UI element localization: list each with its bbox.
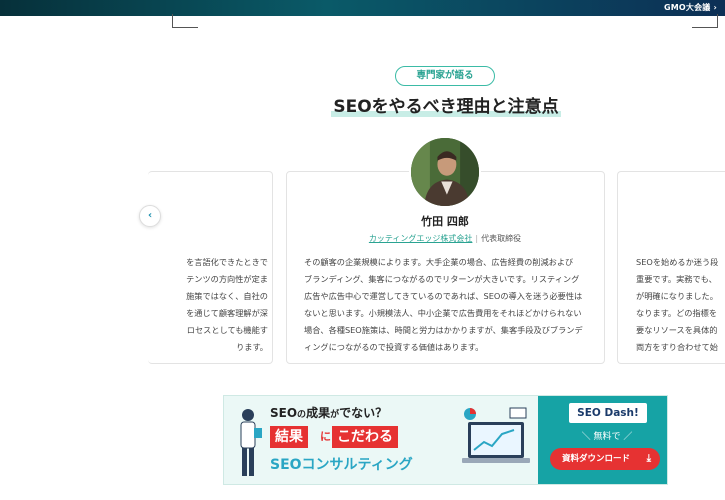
laptop-chart-illustration-icon (462, 407, 530, 463)
card-line: その顧客の企業規模によります。大手企業の場合、広告経費の削減および (304, 257, 574, 267)
expert-card-previous: を言語化できたときで テンツの方向性が定ま 施策ではなく、自社の を通じて顧客理… (148, 171, 273, 364)
banner-subtitle: SEOコンサルティング (270, 457, 413, 473)
card-line: SEOを始めるか迷う段 (636, 257, 719, 267)
download-button-label: 資料ダウンロード (562, 454, 631, 464)
card-line: 両方をすり合わせて始 (636, 342, 718, 352)
banner-keyword-result: 結果 (270, 426, 308, 448)
card-line: ブランディング、集客につながるのでリターンが大きいです。リスティング (304, 274, 580, 284)
card-line: を通じて顧客理解が深 (186, 308, 268, 318)
person-illustration-icon (240, 409, 262, 476)
expert-affiliation: カッティングエッジ株式会社 | 代表取締役 (330, 233, 560, 244)
banner-question: SEOの成果がでない？ (270, 404, 387, 421)
banner-q-result: 成果 (306, 406, 331, 420)
seo-consulting-banner[interactable]: SEOの成果がでない？ 結果 に こだわる SEOコンサルティング SEO Da… (223, 395, 668, 485)
download-button[interactable]: 資料ダウンロード ⤓ (550, 448, 660, 470)
expert-avatar (409, 136, 481, 208)
download-icon: ⤓ (646, 453, 651, 464)
gmo-link[interactable]: GMO大会議 › (664, 2, 717, 13)
seo-dash-logo: SEO Dash! (569, 403, 647, 423)
chevron-left-icon: ‹ (147, 210, 153, 221)
banner-keyword-commit: こだわる (332, 426, 398, 448)
card-line: 要なリソースを具体的 (636, 325, 718, 335)
expert-photo-icon (411, 138, 479, 206)
frame-corner-right (692, 14, 718, 28)
card-line: ィングにつながるので投資する価値はあります。 (304, 342, 484, 352)
card-line: ないと思います。小規模法人、中小企業で広告費用をそれほどかけられない (304, 308, 582, 318)
banner-q-ga: が (330, 410, 340, 420)
banner-q-seo: SEO (270, 406, 298, 420)
expert-card-current-text: その顧客の企業規模によります。大手企業の場合、広告経費の削減および ブランディン… (304, 254, 594, 356)
card-line: 施策ではなく、自社の (186, 291, 268, 301)
card-line: テンツの方向性が定ま (186, 274, 268, 284)
card-line: 重要です。実務でも、 (636, 274, 717, 284)
card-line: 広告や広告中心で運営してきているのであれば、SEOの導入を迷う必要性は (304, 291, 583, 301)
banner-q-no: の (297, 410, 307, 420)
card-line: を言語化できたときで (186, 257, 268, 267)
expert-card-next-text: SEOを始めるか迷う段 重要です。実務でも、 が明確になりました。 なります。ど… (636, 254, 725, 356)
section-heading: SEOをやるべき理由と注意点 (300, 92, 592, 117)
expert-card-next: SEOを始めるか迷う段 重要です。実務でも、 が明確になりました。 なります。ど… (617, 171, 725, 364)
section-pill: 専門家が語る (395, 66, 495, 86)
card-line: 場合、各種SEO施策は、時間と労力はかかりますが、集客手段及びブランデ (304, 325, 583, 335)
expert-card-previous-text: を言語化できたときで テンツの方向性が定ま 施策ではなく、自社の を通じて顧客理… (172, 254, 268, 356)
carousel-prev-button[interactable]: ‹ (139, 205, 161, 227)
card-line: なります。どの指標を (636, 308, 718, 318)
banner-particle: に (320, 430, 331, 443)
frame-corner-left (172, 14, 198, 28)
card-line: が明確になりました。 (636, 291, 718, 301)
expert-name: 竹田 四郎 (421, 215, 469, 228)
banner-free-label: ＼ 無料で ／ (581, 432, 633, 442)
banner-q-end: でない？ (339, 406, 388, 420)
company-link[interactable]: カッティングエッジ株式会社 (369, 234, 473, 243)
section-heading-text: SEOをやるべき理由と注意点 (331, 97, 561, 117)
card-line: ロセスとしても機能す (186, 325, 268, 335)
affiliation-separator: | (475, 234, 479, 243)
expert-role: 代表取締役 (481, 234, 522, 243)
card-line: ります。 (236, 342, 268, 352)
top-bar: GMO大会議 › (0, 0, 725, 16)
